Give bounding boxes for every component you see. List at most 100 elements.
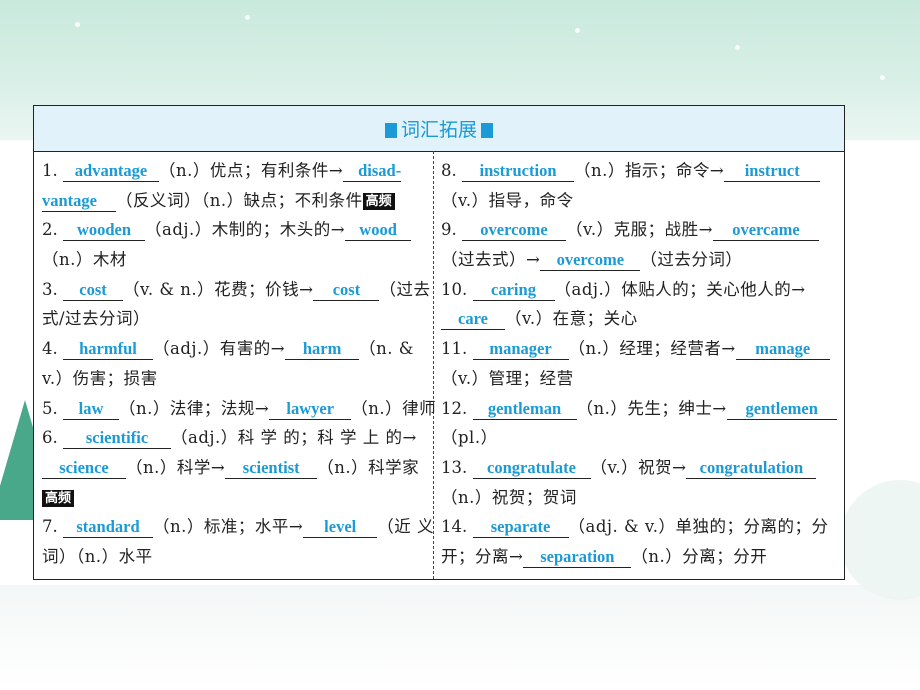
vocab-item-6: 6. scientific （adj.）科 学 的；科 学 上 的→: [42, 423, 426, 453]
snowflake: [245, 15, 250, 20]
item-number: 4.: [42, 339, 58, 359]
column-divider: [433, 151, 434, 579]
item-text: 词）（n.）水平: [42, 546, 153, 566]
answer-blank: wood: [345, 220, 412, 242]
item-number: 7.: [42, 517, 58, 537]
right-column: 8. instruction （n.）指示；命令→ instruct （v.）指导，…: [441, 156, 839, 572]
item-text: （近 义: [377, 517, 434, 537]
vocab-item-13-cont: （n.）祝贺；贺词: [441, 483, 839, 513]
vocab-item-6-badge-line: 高频: [42, 483, 426, 513]
item-text: （n.）经理；经营者→: [568, 339, 736, 359]
vocabulary-card: 词汇拓展 1. advantage （n.）优点；有利条件→ disad- vant…: [33, 105, 845, 580]
vocab-item-4: 4. harmful （adj.）有害的→ harm （n. &: [42, 334, 426, 364]
item-text: （v.）祝贺→: [590, 457, 687, 477]
answer-blank: instruction: [462, 161, 574, 182]
vocab-item-10-cont: care （v.）在意；关心: [441, 304, 839, 334]
answer-blank: separation: [523, 547, 632, 568]
high-frequency-badge: 高频: [42, 489, 75, 507]
answer-blank: manage: [735, 339, 830, 361]
item-text: （过去分词）: [640, 250, 743, 270]
item-number: 1.: [42, 161, 58, 180]
vocab-item-11: 11. manager （n.）经理；经营者→ manage: [441, 334, 839, 364]
answer-blank: overcome: [540, 250, 641, 272]
answer-blank: caring: [472, 280, 555, 301]
answer-blank: instruct: [724, 161, 821, 182]
item-number: 3.: [42, 279, 58, 299]
left-column: 1. advantage （n.）优点；有利条件→ disad- vantage （反…: [42, 156, 436, 572]
item-text: （n.）祝贺；贺词: [441, 487, 577, 507]
item-text: （v.）克服；战胜→: [566, 220, 713, 240]
snowflake: [880, 460, 885, 465]
item-text: （n.）优点；有利条件→: [159, 161, 344, 180]
vocab-item-7: 7. standard （n.）标准；水平→ level （近 义: [42, 512, 433, 542]
answer-blank: cost: [313, 280, 380, 301]
vocab-item-12-cont: （pl.）: [441, 423, 839, 453]
vocab-item-9: 9. overcome （v.）克服；战胜→ overcame: [441, 215, 839, 245]
snowflake: [575, 28, 580, 33]
vocab-item-14-cont: 开；分离→ separation （n.）分离；分开: [441, 542, 839, 572]
item-text: （adj.）体贴人的；关心他人的→: [554, 279, 806, 299]
item-text: 开；分离→: [441, 546, 524, 566]
vocab-item-9-cont: （过去式）→ overcome （过去分词）: [441, 245, 839, 275]
vocab-item-8: 8. instruction （n.）指示；命令→ instruct: [441, 156, 839, 186]
square-icon: [481, 123, 493, 138]
section-title-text: 词汇拓展: [400, 119, 477, 141]
high-frequency-badge: 高频: [362, 192, 395, 210]
vocab-item-1-cont: vantage （反义词）（n.）缺点；不利条件 高频: [42, 186, 426, 216]
item-text: （n.）分离；分开: [631, 546, 768, 566]
item-number: 2.: [42, 220, 58, 240]
item-text: （adj.）木制的；木头的→: [145, 220, 346, 240]
item-text: （n.）先生；绅士→: [576, 398, 727, 418]
item-number: 13.: [441, 457, 468, 477]
item-text: （v.）在意；关心: [505, 309, 638, 329]
item-text: （过去: [379, 279, 431, 299]
item-text: （n.）指示；命令→: [574, 161, 725, 180]
item-text: 式/过去分词）: [42, 309, 151, 329]
vocab-item-6-cont: science （n.）科学→ scientist （n.）科学家: [42, 453, 426, 483]
item-text: （反义词）（n.）缺点；不利条件: [116, 190, 363, 210]
vocab-item-11-cont: （v.）管理；经营: [441, 364, 839, 394]
item-number: 14.: [441, 517, 468, 537]
snowflake: [880, 75, 885, 80]
vocab-item-7-cont: 词）（n.）水平: [42, 542, 426, 572]
answer-blank: advantage: [63, 161, 159, 182]
answer-blank: law: [63, 399, 119, 420]
answer-blank: manager: [472, 339, 569, 361]
answer-blank: overcame: [712, 220, 819, 242]
section-title: 词汇拓展: [34, 115, 844, 142]
item-number: 6.: [42, 428, 58, 448]
item-text: （n.）律师: [351, 398, 437, 418]
answer-blank: separate: [472, 517, 569, 539]
answer-blank: care: [441, 309, 505, 331]
answer-blank: standard: [63, 517, 153, 539]
answer-blank: vantage: [42, 191, 116, 212]
item-number: 5.: [42, 398, 58, 418]
vocab-item-2: 2. wooden （adj.）木制的；木头的→ wood: [42, 215, 426, 245]
background-snow: [0, 585, 920, 690]
vocab-item-2-cont: （n.）木材: [42, 245, 426, 275]
vocab-item-3-cont: 式/过去分词）: [42, 304, 426, 334]
vocab-item-12: 12. gentleman （n.）先生；绅士→ gentlemen: [441, 394, 839, 424]
item-text: v.）伤害；损害: [42, 368, 158, 388]
answer-blank: gentleman: [472, 399, 577, 420]
answer-blank: science: [42, 458, 126, 479]
item-text: （adj.）科 学 的；科 学 上 的→: [171, 428, 417, 448]
item-text: （adj.）有害的→: [153, 339, 286, 359]
item-number: 9.: [441, 220, 457, 240]
square-icon: [384, 123, 397, 138]
item-text: （pl.）: [441, 428, 498, 448]
answer-blank: overcome: [462, 220, 566, 242]
section-header: 词汇拓展: [34, 106, 844, 152]
vocab-item-10: 10. caring （adj.）体贴人的；关心他人的→: [441, 275, 839, 305]
item-number: 12.: [441, 398, 468, 418]
item-text: （过去式）→: [441, 250, 541, 270]
answer-blank: lawyer: [269, 399, 352, 420]
snow-mound: [840, 480, 920, 600]
answer-blank: scientist: [225, 458, 318, 479]
answer-blank: harm: [285, 339, 360, 361]
item-text: （n. &: [359, 339, 414, 359]
vocab-item-1: 1. advantage （n.）优点；有利条件→ disad-: [42, 156, 426, 186]
vocab-item-4-cont: v.）伤害；损害: [42, 364, 426, 394]
answer-blank: disad-: [343, 161, 402, 182]
item-text: （n.）科学家: [317, 457, 420, 477]
